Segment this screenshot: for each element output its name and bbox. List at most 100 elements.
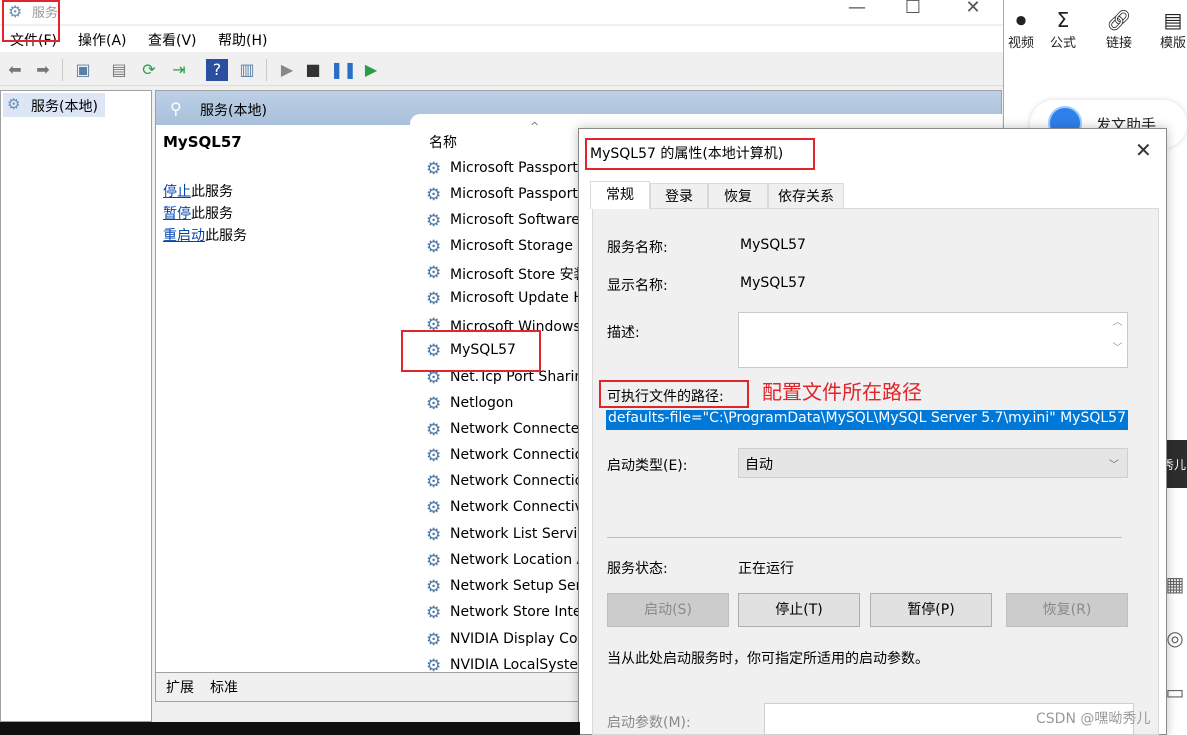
restart-service-action: 重启动此服务	[163, 228, 247, 244]
template-icon: ▤	[1163, 8, 1183, 32]
title-bar: ⚙ 服务 — ☐ ✕	[0, 0, 1003, 24]
service-row[interactable]: ⚙Microsoft Storage Spaces SMP	[426, 234, 586, 260]
display-name-label: 显示名称:	[607, 278, 668, 294]
sigma-icon: Σ	[1056, 8, 1070, 32]
service-gear-icon: ⚙	[426, 525, 442, 545]
service-name-label: 服务名称:	[607, 240, 668, 256]
startup-type-select[interactable]: 自动 ﹀	[738, 448, 1128, 478]
search-gear-icon: ⚲	[170, 99, 182, 118]
tab-logon[interactable]: 登录	[650, 183, 708, 209]
description-box[interactable]	[738, 312, 1128, 368]
minimize-button[interactable]: —	[834, 0, 880, 24]
link-tool[interactable]: 🔗︎ 链接	[1091, 8, 1147, 51]
stop-link[interactable]: 停止	[163, 184, 191, 200]
menu-bar: 文件(F) 操作(A) 查看(V) 帮助(H)	[0, 26, 1003, 52]
divider	[607, 537, 1122, 538]
service-name-value: MySQL57	[740, 237, 806, 253]
action-pane-icon[interactable]: ▥	[236, 59, 258, 81]
service-gear-icon: ⚙	[426, 656, 442, 672]
start-params-label: 启动参数(M):	[607, 715, 691, 731]
pause-link[interactable]: 暂停	[163, 206, 191, 222]
sort-caret-icon: ^	[530, 120, 540, 133]
service-row[interactable]: ⚙Network Store Interface Service	[426, 600, 586, 626]
service-row[interactable]: ⚙Microsoft Passport Container	[426, 182, 586, 208]
services-gear-icon: ⚙	[7, 95, 21, 113]
pause-service-action: 暂停此服务	[163, 206, 233, 222]
menu-action[interactable]: 操作(A)	[78, 30, 127, 50]
service-gear-icon: ⚙	[426, 159, 442, 179]
pause-button[interactable]: 暂停(P)	[870, 593, 992, 627]
menu-help[interactable]: 帮助(H)	[218, 30, 267, 50]
start-icon[interactable]: ▶	[276, 59, 298, 81]
service-row[interactable]: ⚙Network Connection Broker	[426, 443, 586, 469]
service-gear-icon: ⚙	[426, 289, 442, 309]
console-tree-icon[interactable]: ▣	[72, 59, 94, 81]
stop-service-action: 停止此服务	[163, 184, 233, 200]
tab-dependencies[interactable]: 依存关系	[768, 183, 844, 209]
service-gear-icon: ⚙	[426, 551, 442, 571]
service-gear-icon: ⚙	[426, 577, 442, 597]
restart-icon[interactable]: ▶	[360, 59, 382, 81]
pause-icon[interactable]: ❚❚	[330, 59, 357, 81]
forward-arrow-icon[interactable]: ➡	[32, 59, 54, 81]
resume-button[interactable]: 恢复(R)	[1006, 593, 1128, 627]
service-row[interactable]: ⚙Network Setup Service	[426, 574, 586, 600]
link-icon: 🔗︎	[1106, 8, 1132, 32]
service-gear-icon: ⚙	[426, 237, 442, 257]
template-tool[interactable]: ▤ 模版	[1145, 8, 1187, 51]
service-row[interactable]: ⚙NVIDIA Display Container LS	[426, 627, 586, 653]
highlight-box-exe-path	[599, 380, 749, 408]
restart-link[interactable]: 重启动	[163, 228, 205, 244]
tab-general[interactable]: 常规	[590, 181, 650, 209]
formula-tool[interactable]: Σ 公式	[1035, 8, 1091, 51]
startup-type-label: 启动类型(E):	[607, 458, 688, 474]
service-row[interactable]: ⚙ Microsoft Passport	[426, 156, 586, 182]
service-row[interactable]: ⚙Microsoft Update Health Service	[426, 286, 586, 312]
tab-recovery[interactable]: 恢复	[708, 183, 768, 209]
csdn-watermark: CSDN @嘿呦秀儿	[1036, 711, 1151, 727]
stop-icon[interactable]: ■	[302, 59, 324, 81]
dialog-close-icon[interactable]: ✕	[1135, 138, 1152, 162]
description-label: 描述:	[607, 325, 640, 341]
service-row[interactable]: ⚙ Netlogon	[426, 391, 586, 417]
toolbar-separator	[266, 59, 267, 81]
highlight-box-title	[2, 0, 60, 42]
service-gear-icon: ⚙	[426, 185, 442, 205]
close-button[interactable]: ✕	[950, 0, 996, 24]
console-tree: ⚙ 服务(本地)	[0, 90, 152, 722]
tree-item-services-local[interactable]: ⚙ 服务(本地)	[3, 93, 105, 117]
menu-view[interactable]: 查看(V)	[148, 30, 197, 50]
back-arrow-icon[interactable]: ⬅	[4, 59, 26, 81]
service-status-label: 服务状态:	[607, 561, 668, 577]
service-gear-icon: ⚙	[426, 446, 442, 466]
service-row[interactable]: ⚙Network Connectivity Assistant	[426, 495, 586, 521]
service-gear-icon: ⚙	[426, 420, 442, 440]
column-header-name[interactable]: 名称	[429, 132, 457, 152]
maximize-button[interactable]: ☐	[890, 0, 936, 24]
start-params-hint: 当从此处启动服务时，你可指定所适用的启动参数。	[607, 651, 929, 667]
tab-standard[interactable]: 标准	[206, 677, 242, 697]
display-name-value: MySQL57	[740, 275, 806, 291]
taskbar-edge	[0, 722, 580, 735]
service-gear-icon: ⚙	[426, 472, 442, 492]
stop-button[interactable]: 停止(T)	[738, 593, 860, 627]
tab-extended[interactable]: 扩展	[162, 677, 198, 697]
toolbar-separator	[62, 59, 63, 81]
service-row[interactable]: ⚙Microsoft Store 安装服务	[426, 260, 586, 286]
service-row[interactable]: ⚙ Network Connections	[426, 469, 586, 495]
selected-service-title: MySQL57	[163, 133, 242, 151]
export-list-icon[interactable]: ⇥	[168, 59, 190, 81]
description-scrollbar[interactable]: ︿ ﹀	[1108, 313, 1127, 367]
service-row[interactable]: ⚙NVIDIA LocalSystem Container	[426, 653, 586, 672]
service-row[interactable]: ⚙Microsoft Software Shadow Copy Provider	[426, 208, 586, 234]
refresh-icon[interactable]: ⟳	[138, 59, 160, 81]
start-button[interactable]: 启动(S)	[607, 593, 729, 627]
service-gear-icon: ⚙	[426, 498, 442, 518]
service-row[interactable]: ⚙ Network List Service	[426, 522, 586, 548]
service-row[interactable]: ⚙Network Connected Devices Auto-Setup	[426, 417, 586, 443]
properties-icon[interactable]: ▤	[108, 59, 130, 81]
help-icon[interactable]: ?	[206, 59, 228, 81]
service-row[interactable]: ⚙Network Location Awareness	[426, 548, 586, 574]
service-gear-icon: ⚙	[426, 603, 442, 623]
exe-path-value[interactable]: defaults-file="C:\ProgramData\MySQL\MySQ…	[606, 410, 1128, 430]
